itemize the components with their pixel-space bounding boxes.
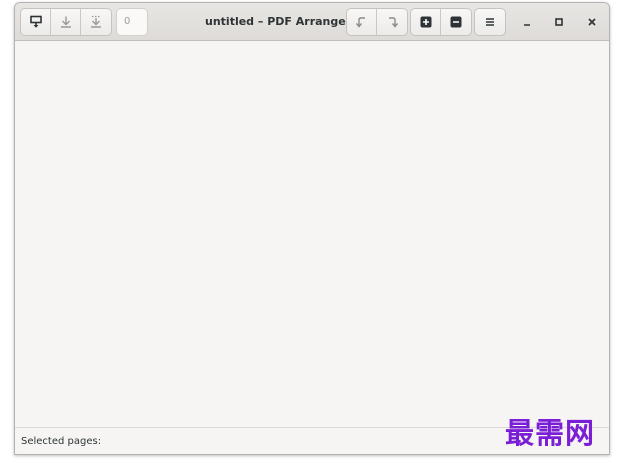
app-window: 0 untitled – PDF Arranger Selected pages… — [14, 2, 610, 455]
zoom-in-button[interactable] — [411, 9, 441, 35]
rotate-right-icon — [385, 15, 399, 29]
save-icon — [59, 15, 73, 29]
import-icon — [29, 15, 43, 29]
header-bar: 0 untitled – PDF Arranger — [15, 3, 609, 41]
rotate-left-button[interactable] — [347, 9, 377, 35]
minimize-button[interactable] — [518, 13, 536, 31]
save-as-button[interactable] — [81, 9, 111, 35]
zoom-out-icon — [450, 16, 462, 28]
rotate-right-button[interactable] — [377, 9, 407, 35]
maximize-button[interactable] — [550, 13, 568, 31]
window-title: untitled – PDF Arranger — [205, 15, 352, 28]
selected-pages-label: Selected pages: — [21, 436, 102, 447]
import-button[interactable] — [21, 9, 51, 35]
close-icon — [587, 17, 597, 27]
rotate-button-group — [346, 8, 408, 36]
save-button[interactable] — [51, 9, 81, 35]
watermark-logo: 最需网 — [505, 416, 596, 450]
zoom-button-group — [410, 8, 472, 36]
hamburger-menu-icon — [484, 16, 496, 28]
file-button-group — [20, 8, 112, 36]
zoom-out-button[interactable] — [441, 9, 471, 35]
main-menu-button[interactable] — [475, 9, 505, 35]
rotate-left-icon — [355, 15, 369, 29]
close-button[interactable] — [583, 13, 601, 31]
save-as-icon — [89, 15, 103, 29]
maximize-icon — [554, 17, 564, 27]
zoom-level-field[interactable]: 0 — [116, 8, 148, 36]
zoom-in-icon — [420, 16, 432, 28]
page-thumbnail-area[interactable] — [15, 41, 609, 427]
menu-button-group — [474, 8, 506, 36]
minimize-icon — [522, 17, 532, 27]
